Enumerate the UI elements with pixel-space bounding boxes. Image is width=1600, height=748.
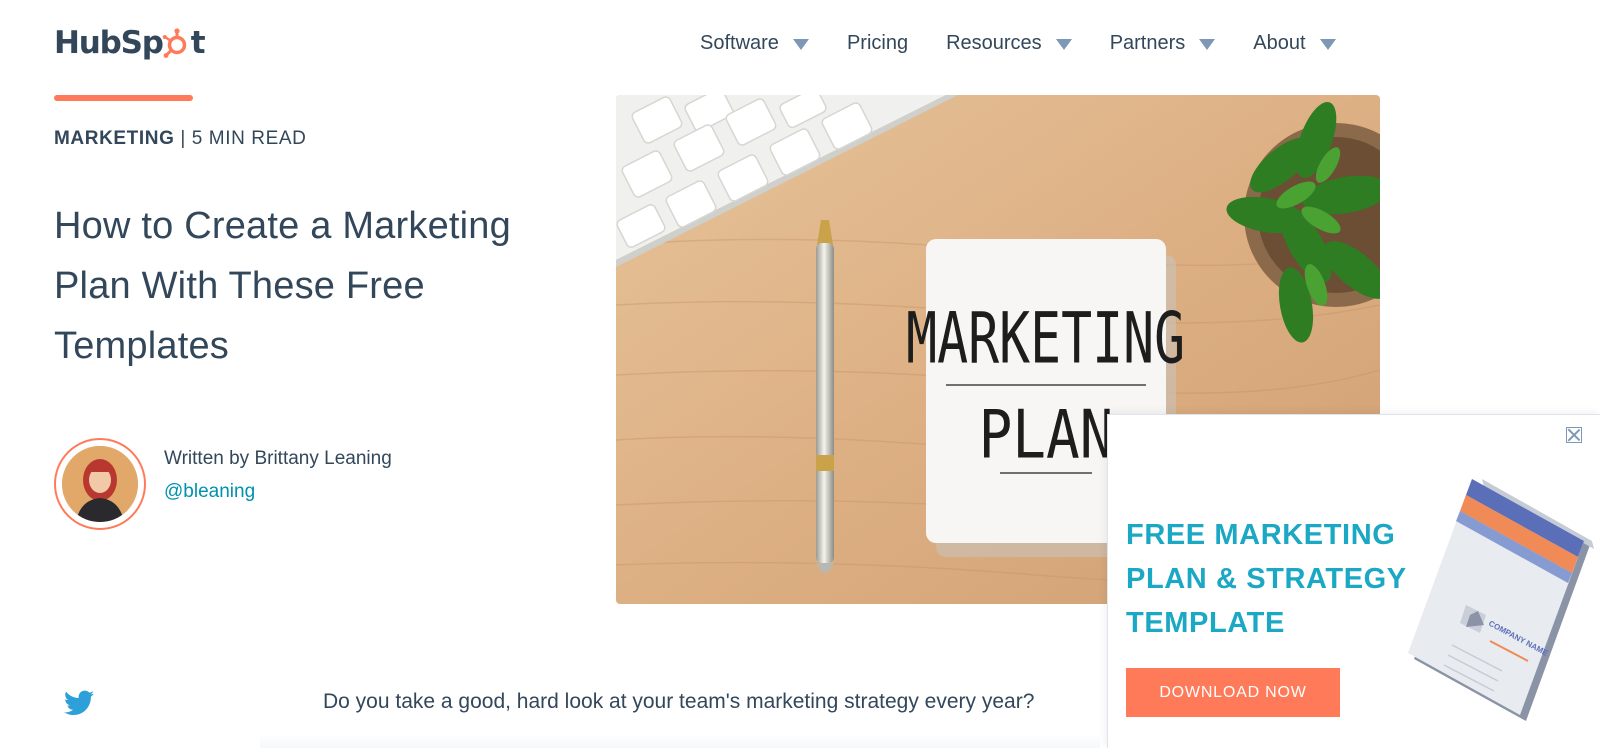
author-photo bbox=[62, 446, 138, 522]
content-fade bbox=[260, 734, 1100, 748]
read-time: 5 MIN READ bbox=[191, 128, 307, 149]
author-avatar[interactable] bbox=[54, 438, 146, 530]
main-nav: Software Pricing Resources Partners Abou… bbox=[700, 28, 1336, 58]
caret-down-icon bbox=[792, 38, 809, 50]
author-portrait bbox=[62, 446, 138, 522]
article-lead: Do you take a good, hard look at your te… bbox=[323, 690, 1035, 713]
hero-text-line2: PLAN bbox=[979, 395, 1114, 473]
caret-down-icon bbox=[1319, 38, 1336, 50]
article-title: How to Create a Marketing Plan With Thes… bbox=[54, 205, 511, 367]
caret-down-icon bbox=[1199, 38, 1216, 50]
nav-label: Partners bbox=[1109, 31, 1186, 54]
meta-separator: | bbox=[174, 128, 192, 149]
article-meta: MARKETING | 5 MIN READ bbox=[54, 128, 307, 150]
hero-text-line1: MARKETING bbox=[906, 299, 1185, 380]
hubspot-logo[interactable]: HubSp t bbox=[54, 20, 206, 66]
nav-item-partners[interactable]: Partners bbox=[1110, 32, 1216, 55]
nav-label: Software bbox=[700, 31, 779, 54]
ebook-cover-image[interactable]: COMPANY NAME bbox=[1408, 475, 1598, 725]
nav-item-resources[interactable]: Resources bbox=[946, 32, 1072, 55]
nav-item-about[interactable]: About bbox=[1253, 31, 1336, 55]
nav-item-software[interactable]: Software bbox=[700, 32, 809, 55]
close-icon[interactable] bbox=[1566, 427, 1582, 443]
cta-heading: FREE MARKETING PLAN & STRATEGY TEMPLATE bbox=[1126, 519, 1407, 639]
category-link[interactable]: MARKETING bbox=[54, 128, 174, 149]
cta-slide-in: FREE MARKETING PLAN & STRATEGY TEMPLATE … bbox=[1107, 414, 1600, 748]
nav-label: About bbox=[1253, 31, 1306, 54]
sprocket-icon bbox=[162, 28, 186, 58]
author-byline: Written by Brittany Leaning bbox=[164, 448, 392, 469]
nav-label: Pricing bbox=[846, 31, 909, 54]
author-handle-link[interactable]: @bleaning bbox=[164, 481, 255, 503]
nav-label: Resources bbox=[946, 31, 1042, 54]
nav-item-pricing[interactable]: Pricing bbox=[847, 32, 908, 55]
download-now-button[interactable]: DOWNLOAD NOW bbox=[1126, 668, 1340, 717]
logo-text-pre: HubSp bbox=[54, 25, 164, 61]
twitter-icon[interactable] bbox=[64, 690, 94, 716]
accent-bar bbox=[54, 95, 193, 101]
caret-down-icon bbox=[1055, 38, 1072, 50]
logo-text-post: t bbox=[190, 25, 206, 61]
